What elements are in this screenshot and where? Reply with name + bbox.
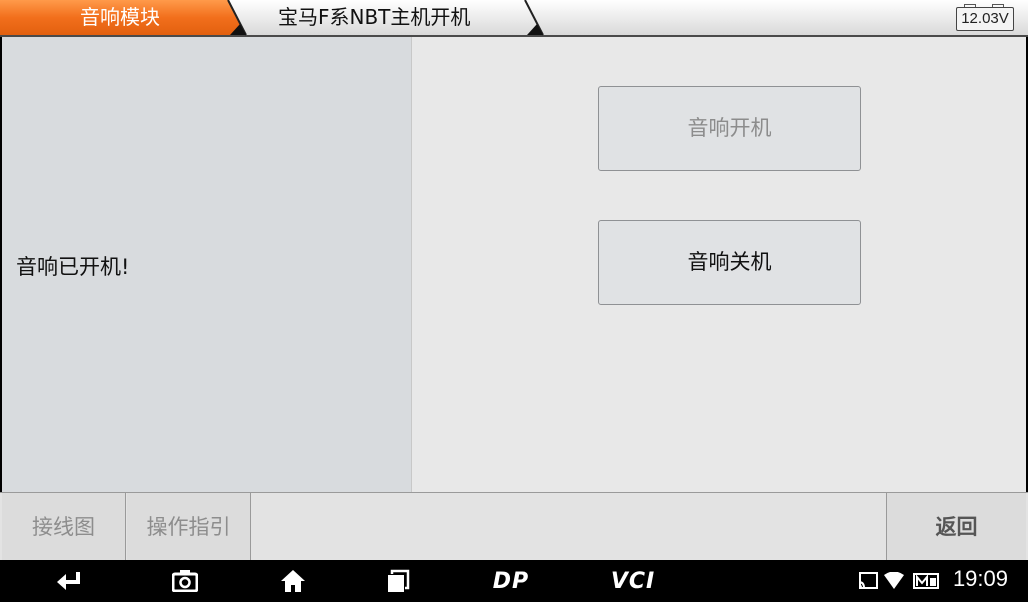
recent-apps-icon[interactable]: [384, 568, 412, 594]
vci-label: VCI: [610, 568, 656, 594]
wiring-diagram-button[interactable]: 接线图: [2, 493, 126, 561]
status-panel: 音响已开机!: [2, 37, 412, 492]
top-tab-bar: 音响模块 宝马F系NBT主机开机 12.03V: [0, 0, 1028, 37]
audio-power-on-button[interactable]: 音响开机: [598, 86, 861, 171]
vci-icon[interactable]: VCI: [608, 568, 658, 594]
battery-voltage-indicator: 12.03V: [956, 4, 1014, 31]
tab-nbt-power-on[interactable]: 宝马F系NBT主机开机: [278, 0, 470, 35]
signal-icon: [912, 568, 940, 594]
battery-voltage: 12.03V: [956, 7, 1014, 31]
system-nav-bar: DP VCI 19:09: [0, 560, 1028, 602]
clock: 19:09: [952, 566, 1008, 591]
cast-icon: [856, 568, 880, 594]
operation-guide-button[interactable]: 操作指引: [127, 493, 251, 561]
dp-label: DP: [492, 568, 530, 594]
back-button[interactable]: 返回: [886, 493, 1026, 561]
back-icon[interactable]: [52, 568, 86, 594]
status-message: 音响已开机!: [16, 255, 130, 279]
tab-audio-module[interactable]: 音响模块: [80, 0, 160, 35]
function-bar: 接线图 操作指引 返回: [0, 492, 1028, 561]
dp-icon[interactable]: DP: [488, 568, 534, 594]
camera-icon[interactable]: [170, 568, 200, 594]
home-icon[interactable]: [278, 568, 308, 594]
main-content: 音响已开机! 音响开机 音响关机: [2, 37, 1026, 492]
wifi-icon: [882, 568, 906, 594]
audio-power-off-button[interactable]: 音响关机: [598, 220, 861, 305]
